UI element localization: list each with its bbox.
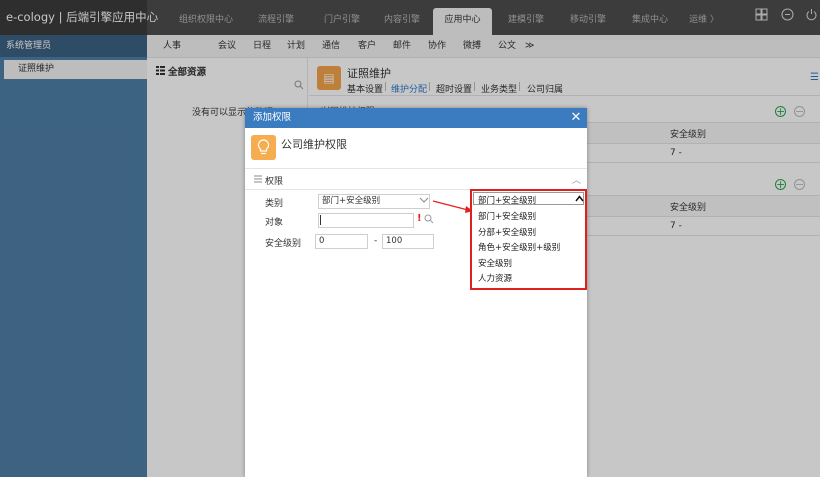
- menu-lines-icon: [254, 175, 262, 183]
- security-level-min-input[interactable]: 0: [315, 234, 368, 249]
- chevron-up-icon[interactable]: [575, 195, 584, 202]
- label-category: 类别: [265, 199, 284, 209]
- add-permission-dialog: [245, 108, 587, 477]
- dropdown-option[interactable]: 人力资源: [478, 272, 512, 284]
- text-cursor: [320, 215, 321, 225]
- label-object: 对象: [265, 218, 284, 228]
- dropdown-option[interactable]: 安全级别: [478, 257, 512, 269]
- dialog-header: 添加权限: [245, 108, 587, 128]
- dropdown-option[interactable]: 角色+安全级别+级别: [478, 241, 560, 253]
- label-security-level: 安全级别: [265, 239, 302, 249]
- required-mark: !: [417, 213, 422, 224]
- close-icon[interactable]: ✕: [569, 111, 583, 125]
- dialog-title: 公司维护权限: [281, 138, 347, 151]
- dropdown-option[interactable]: 分部+安全级别: [478, 226, 536, 238]
- security-level-max-input[interactable]: 100: [382, 234, 434, 249]
- chevron-down-icon[interactable]: [419, 196, 429, 206]
- dropdown-selected-value: 部门+安全级别: [478, 196, 537, 206]
- search-icon[interactable]: [424, 214, 434, 224]
- object-input[interactable]: [318, 213, 414, 228]
- range-separator: -: [374, 236, 378, 246]
- section-label-permission: 权限: [265, 177, 284, 187]
- permission-section-bar: [245, 168, 587, 190]
- annotation-arrow: [432, 198, 474, 214]
- chevron-up-icon[interactable]: ︿: [572, 173, 582, 186]
- dropdown-option[interactable]: 部门+安全级别: [478, 210, 536, 222]
- category-select[interactable]: 部门+安全级别: [318, 194, 430, 209]
- lightbulb-icon: [251, 135, 276, 160]
